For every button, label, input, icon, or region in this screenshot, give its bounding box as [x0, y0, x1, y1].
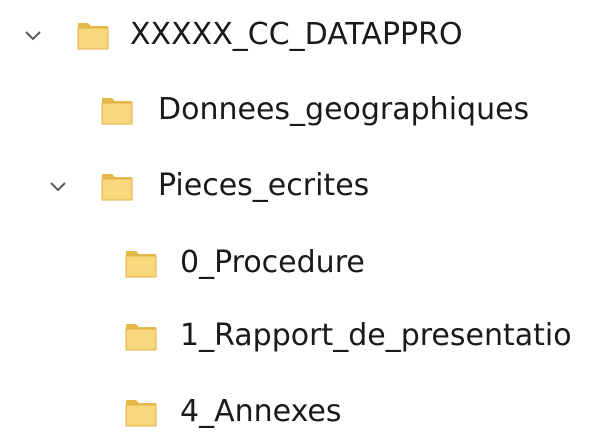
folder-tree: XXXXX_CC_DATAPPRO Donnees_geographiques …: [0, 0, 611, 432]
chevron-down-icon[interactable]: [47, 175, 69, 197]
tree-item-0-procedure[interactable]: 0_Procedure: [0, 235, 611, 291]
folder-icon: [124, 396, 158, 428]
tree-item-pieces-ecrites[interactable]: Pieces_ecrites: [0, 158, 611, 214]
folder-icon: [124, 247, 158, 279]
tree-item-label: Donnees_geographiques: [158, 92, 530, 127]
tree-item-label: 1_Rapport_de_presentatio: [180, 318, 572, 353]
tree-item-xxxxx-cc-datappro[interactable]: XXXXX_CC_DATAPPRO: [0, 7, 611, 63]
chevron-down-icon[interactable]: [22, 24, 44, 46]
tree-item-label: Pieces_ecrites: [158, 168, 370, 203]
folder-icon: [124, 320, 158, 352]
folder-icon: [76, 19, 110, 51]
folder-icon: [100, 94, 134, 126]
tree-item-donnees-geographiques[interactable]: Donnees_geographiques: [0, 82, 611, 138]
tree-item-label: 4_Annexes: [180, 394, 342, 429]
tree-item-label: XXXXX_CC_DATAPPRO: [130, 17, 463, 52]
tree-item-1-rapport-de-presentation[interactable]: 1_Rapport_de_presentatio: [0, 308, 611, 364]
tree-item-label: 0_Procedure: [180, 245, 365, 280]
tree-item-4-annexes[interactable]: 4_Annexes: [0, 384, 611, 432]
folder-icon: [100, 170, 134, 202]
